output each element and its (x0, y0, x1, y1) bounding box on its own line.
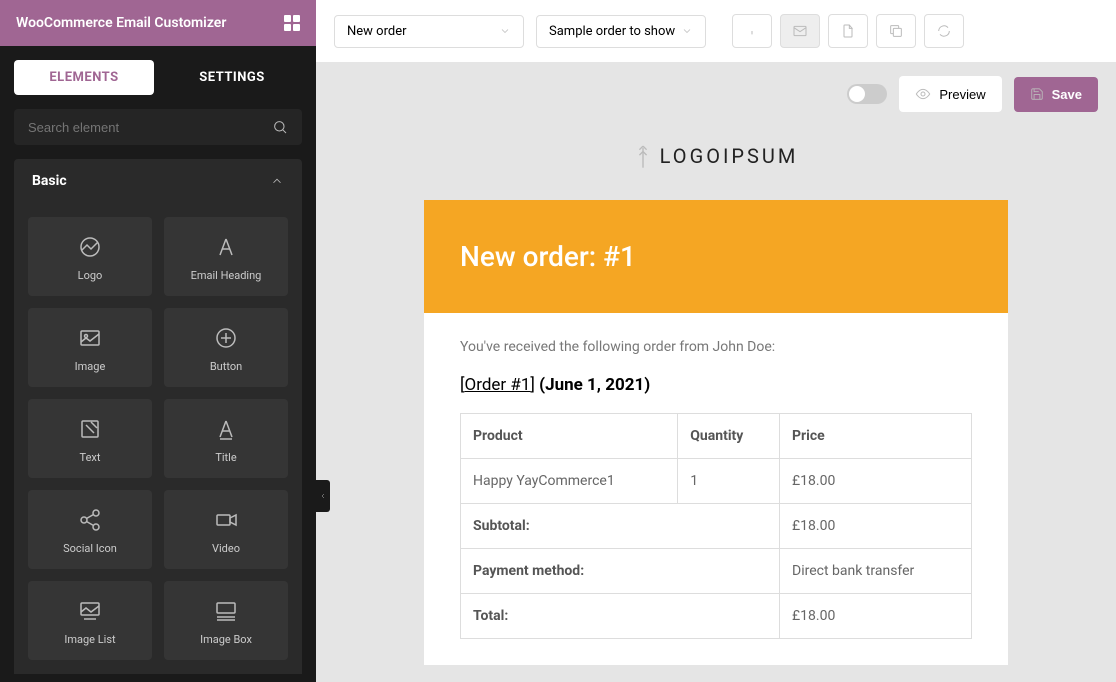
table-total-row: Payment method: Direct bank transfer (461, 549, 972, 594)
tabs: ELEMENTS SETTINGS (0, 46, 316, 109)
order-table: Product Quantity Price Happy YayCommerce… (460, 413, 972, 639)
element-image-list[interactable]: Image List (28, 581, 152, 660)
element-email-heading[interactable]: Email Heading (164, 217, 288, 296)
heading-icon (214, 235, 238, 259)
wheat-icon (634, 142, 652, 170)
element-text[interactable]: Text (28, 399, 152, 478)
preview-button[interactable]: Preview (899, 76, 1001, 112)
table-header-row: Product Quantity Price (461, 414, 972, 459)
video-icon (214, 508, 238, 532)
mail-icon (792, 23, 808, 39)
grid-icon[interactable] (284, 15, 300, 31)
element-image-box[interactable]: Image Box (164, 581, 288, 660)
app-title: WooCommerce Email Customizer (16, 15, 226, 31)
toolbar: New order Sample order to show (316, 0, 1116, 62)
copy-icon (888, 23, 904, 39)
sidebar-header: WooCommerce Email Customizer (0, 0, 316, 46)
email-preview: New order: #1 You've received the follow… (424, 200, 1008, 665)
document-button[interactable] (828, 14, 868, 48)
chevron-up-icon (270, 174, 284, 188)
select-email-type[interactable]: New order (334, 15, 524, 48)
order-link[interactable]: Order #1 (465, 375, 531, 395)
icon-buttons (732, 14, 964, 48)
refresh-button[interactable] (924, 14, 964, 48)
button-icon (214, 326, 238, 350)
logo-icon (78, 235, 102, 259)
info-button[interactable] (732, 14, 772, 48)
email-heading: New order: #1 (424, 200, 1008, 313)
secondary-toolbar: Preview Save (316, 62, 1116, 112)
table-total-row: Total: £18.00 (461, 594, 972, 639)
table-row: Happy YayCommerce1 1 £18.00 (461, 459, 972, 504)
eye-icon (915, 86, 931, 102)
tab-settings[interactable]: SETTINGS (162, 60, 302, 95)
share-icon (78, 508, 102, 532)
order-date: (June 1, 2021) (539, 375, 650, 395)
email-button[interactable] (780, 14, 820, 48)
chevron-down-icon (499, 25, 511, 37)
element-button[interactable]: Button (164, 308, 288, 387)
refresh-icon (936, 23, 952, 39)
info-icon (744, 23, 760, 39)
chevron-left-icon (319, 491, 327, 501)
accordion-label: Basic (32, 173, 67, 189)
document-icon (840, 23, 856, 39)
copy-button[interactable] (876, 14, 916, 48)
main: New order Sample order to show Preview S… (316, 0, 1116, 682)
element-image[interactable]: Image (28, 308, 152, 387)
email-logo: LOGOIPSUM (634, 142, 799, 170)
element-title[interactable]: Title (164, 399, 288, 478)
email-body: You've received the following order from… (424, 313, 1008, 665)
image-list-icon (78, 599, 102, 623)
th-product: Product (461, 414, 678, 459)
toggle-switch[interactable] (847, 84, 887, 104)
text-icon (78, 417, 102, 441)
element-social-icon[interactable]: Social Icon (28, 490, 152, 569)
save-button[interactable]: Save (1014, 77, 1098, 112)
accordion-basic[interactable]: Basic (14, 159, 302, 203)
th-quantity: Quantity (678, 414, 780, 459)
image-box-icon (214, 599, 238, 623)
element-logo[interactable]: Logo (28, 217, 152, 296)
image-icon (78, 326, 102, 350)
elements-grid: Logo Email Heading Image Button Text Tit… (14, 203, 302, 674)
search-input[interactable] (28, 120, 272, 135)
canvas: LOGOIPSUM New order: #1 You've received … (316, 112, 1116, 682)
search-icon (272, 119, 288, 135)
email-intro: You've received the following order from… (460, 339, 972, 355)
sidebar: WooCommerce Email Customizer ELEMENTS SE… (0, 0, 316, 682)
chevron-down-icon (681, 25, 693, 37)
order-line: [Order #1] (June 1, 2021) (460, 375, 972, 395)
save-icon (1030, 87, 1044, 101)
collapse-handle[interactable] (316, 480, 330, 512)
search-box[interactable] (14, 109, 302, 145)
th-price: Price (780, 414, 972, 459)
element-video[interactable]: Video (164, 490, 288, 569)
select-sample-order[interactable]: Sample order to show (536, 15, 706, 48)
tab-elements[interactable]: ELEMENTS (14, 60, 154, 95)
table-total-row: Subtotal: £18.00 (461, 504, 972, 549)
title-icon (214, 417, 238, 441)
